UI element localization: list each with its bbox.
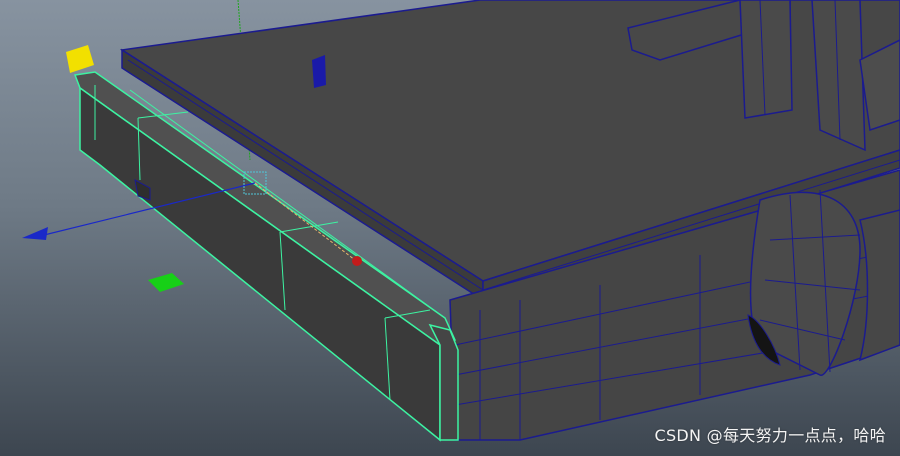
blue-handle-icon[interactable] [312, 55, 326, 88]
viewport-3d[interactable]: CSDN @每天努力一点点，哈哈 [0, 0, 900, 456]
x-axis-arrow-icon[interactable] [22, 227, 48, 240]
z-axis-handle-icon[interactable] [352, 256, 362, 266]
green-handle-icon[interactable] [148, 273, 184, 292]
table-leg-curved[interactable] [747, 189, 900, 376]
watermark: CSDN @每天努力一点点，哈哈 [654, 426, 886, 445]
yellow-handle-icon[interactable] [66, 45, 94, 73]
scene-canvas[interactable] [0, 0, 900, 456]
